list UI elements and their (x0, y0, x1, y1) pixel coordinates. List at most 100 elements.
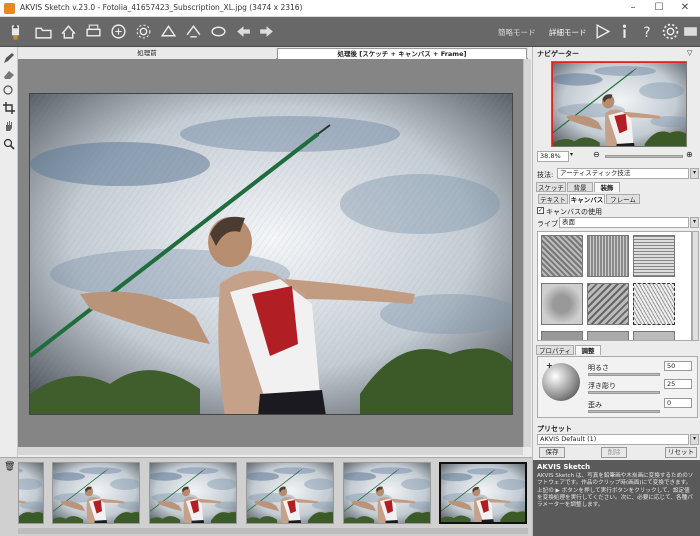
texture-swatch[interactable] (633, 331, 675, 340)
close-icon[interactable]: ✕ (672, 1, 698, 16)
texture-swatch[interactable] (541, 235, 583, 277)
open-file-icon[interactable] (33, 21, 53, 41)
texture-grid (537, 231, 692, 341)
advanced-mode-button[interactable]: 詳細モード (549, 27, 587, 38)
run-play-icon[interactable] (592, 21, 612, 41)
navigator-viewport[interactable] (552, 62, 686, 146)
presets-title: プリセット (537, 425, 572, 433)
brightness-label: 明るさ (588, 364, 609, 372)
vertical-scrollbar[interactable] (523, 59, 531, 447)
app-logo-icon (4, 19, 26, 45)
info-panel: AKVIS Sketch AKVIS Sketch は、写真を鉛筆画や木炭画に変… (533, 460, 700, 536)
share-icon[interactable] (108, 21, 128, 41)
zoom-dropdown-icon[interactable]: ▾ (570, 151, 573, 158)
texture-swatch[interactable] (633, 235, 675, 277)
tab-before[interactable]: 処理前 (18, 48, 276, 59)
maximize-icon[interactable]: ☐ (646, 1, 672, 16)
tab-decoration[interactable]: 装飾 (594, 182, 620, 192)
filmstrip-scrollbar[interactable] (18, 528, 528, 534)
redo-arrow-icon[interactable] (256, 21, 276, 41)
undo-arrow-icon[interactable] (233, 21, 253, 41)
save-file-icon[interactable] (58, 21, 78, 41)
export-icon[interactable] (183, 21, 203, 41)
use-canvas-checkbox[interactable]: ✓ (537, 207, 544, 214)
zoom-tool-icon[interactable] (2, 137, 16, 151)
tab-frame[interactable]: フレーム (606, 194, 640, 204)
reset-preset-button[interactable]: リセット (665, 447, 697, 458)
tab-properties[interactable]: プロパティ (536, 345, 574, 355)
settings-gear-icon[interactable] (133, 21, 153, 41)
texture-swatch[interactable] (587, 331, 629, 340)
preset-dropdown-icon[interactable]: ▾ (690, 434, 699, 445)
print-icon[interactable] (83, 21, 103, 41)
adjust-box: + 明るさ 50 浮き彫り 25 歪み 0 (537, 356, 698, 418)
tab-background[interactable]: 背景 (567, 182, 593, 192)
settings-panel: ナビゲーター ▽ 38.8% ▾ ⊖ ⊕ 技法: アーティスティック技法 ▾ ス… (532, 47, 700, 536)
horizontal-scrollbar[interactable] (18, 447, 523, 455)
thumbnail[interactable] (18, 462, 44, 524)
zoom-slider[interactable] (605, 155, 683, 158)
pencil-tool-icon[interactable] (2, 51, 16, 65)
crop-tool-icon[interactable] (2, 101, 16, 115)
batch-icon[interactable] (158, 21, 178, 41)
preferences-gear-icon[interactable] (660, 21, 680, 41)
smudge-tool-icon[interactable] (2, 83, 16, 97)
left-toolbar (0, 47, 18, 457)
use-canvas-label: キャンバスの使用 (546, 208, 602, 216)
relief-label: 浮き彫り (588, 382, 616, 390)
svg-text:?: ? (643, 24, 650, 39)
info-icon[interactable] (614, 21, 634, 41)
thumbnail[interactable] (149, 462, 237, 524)
save-preset-button[interactable]: 保存 (539, 447, 565, 458)
collapse-chevron-icon[interactable]: ▽ (687, 49, 692, 57)
help-icon[interactable]: ? (637, 21, 657, 41)
brightness-slider[interactable] (588, 373, 660, 376)
texture-swatch[interactable] (587, 283, 629, 325)
tab-after[interactable]: 処理後 [スケッチ + キャンバス + Frame] (277, 48, 527, 59)
library-dropdown-icon[interactable]: ▾ (690, 217, 699, 228)
distortion-label: 歪み (588, 401, 602, 409)
simple-mode-button[interactable]: 簡略モード (498, 27, 536, 38)
compare-icon[interactable] (208, 21, 228, 41)
preset-select[interactable]: AKVIS Default (1) (537, 434, 689, 445)
tab-text[interactable]: テキスト (538, 194, 568, 204)
texture-swatch[interactable] (587, 235, 629, 277)
library-select[interactable]: 表面 (559, 217, 689, 228)
filmstrip: 🗑 (0, 457, 532, 536)
delete-preset-button[interactable]: 削除 (601, 447, 627, 458)
zoom-in-icon[interactable]: ⊕ (686, 150, 693, 159)
tab-canvas[interactable]: キャンバス (569, 194, 605, 204)
texture-swatch[interactable] (541, 331, 583, 340)
texture-swatch-selected[interactable] (633, 283, 675, 325)
info-text: AKVIS Sketch は、写真を鉛筆画や木炭画に変換するためのソフトウェアで… (537, 473, 694, 509)
thumbnail-selected[interactable] (439, 462, 527, 524)
tab-adjust[interactable]: 調整 (575, 345, 601, 355)
title-bar: AKVIS Sketch v.23.0 - Fotolia_41657423_S… (0, 0, 700, 17)
style-label: 技法: (537, 171, 554, 179)
minimize-icon[interactable]: – (620, 1, 646, 16)
zoom-field[interactable]: 38.8% (537, 151, 569, 162)
thumbnail[interactable] (52, 462, 140, 524)
light-source-icon[interactable]: + (546, 361, 553, 370)
zoom-out-icon[interactable]: ⊖ (593, 150, 600, 159)
news-icon[interactable] (680, 21, 700, 41)
trash-icon[interactable]: 🗑 (4, 462, 15, 472)
view-tabs: 処理前 処理後 [スケッチ + キャンバス + Frame] (18, 47, 528, 59)
style-dropdown-icon[interactable]: ▾ (690, 168, 699, 179)
info-title: AKVIS Sketch (537, 463, 591, 471)
texture-swatch[interactable] (541, 283, 583, 325)
relief-slider[interactable] (588, 391, 660, 394)
texture-scrollbar[interactable] (692, 231, 699, 341)
relief-field[interactable]: 25 (664, 379, 692, 389)
eraser-tool-icon[interactable] (2, 67, 16, 81)
thumbnail[interactable] (246, 462, 334, 524)
navigator-preview[interactable] (551, 61, 687, 147)
distortion-field[interactable]: 0 (664, 398, 692, 408)
hand-tool-icon[interactable] (2, 119, 16, 133)
thumbnail[interactable] (343, 462, 431, 524)
brightness-field[interactable]: 50 (664, 361, 692, 371)
navigator-title: ナビゲーター (537, 50, 579, 58)
distortion-slider[interactable] (588, 410, 660, 413)
style-select[interactable]: アーティスティック技法 (557, 168, 689, 179)
tab-sketch[interactable]: スケッチ (536, 182, 566, 192)
